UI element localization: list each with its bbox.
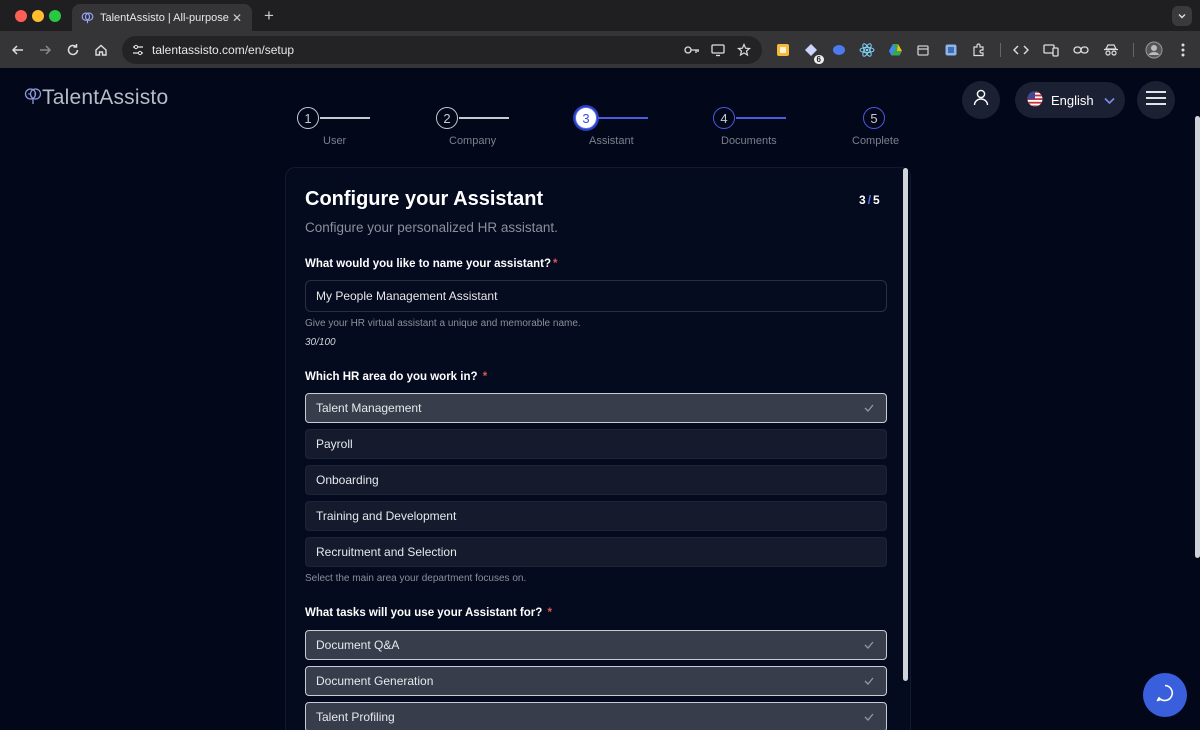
page-scrollbar[interactable] (1195, 116, 1200, 558)
brain-icon (80, 11, 94, 25)
step-number: 5 (863, 107, 885, 129)
check-icon (862, 638, 876, 652)
window-zoom-button[interactable] (49, 10, 61, 22)
new-tab-plus-icon[interactable]: + (261, 6, 277, 26)
code-icon[interactable] (1011, 40, 1031, 60)
step-label: Documents (721, 135, 777, 147)
step-label: Company (449, 135, 497, 147)
check-icon (862, 674, 876, 688)
url-text: talentassisto.com/en/setup (152, 43, 295, 57)
tab-title: TalentAssisto | All-purpose H (100, 11, 230, 24)
incognito-icon[interactable] (1101, 40, 1121, 60)
assistant-name-input[interactable] (305, 280, 887, 312)
browser-tab-strip: TalentAssisto | All-purpose H ✕ + (0, 0, 1200, 31)
chat-support-button[interactable] (1143, 673, 1187, 717)
archive-extension-icon[interactable] (913, 40, 933, 60)
setup-page: TalentAssisto 1 User 2 Company 3 Assista… (0, 68, 1200, 730)
hr-area-option-training[interactable]: Training and Development (305, 501, 887, 531)
setup-stepper: 1 User 2 Company 3 Assistant 4 Documents… (297, 107, 907, 149)
key-icon[interactable] (682, 40, 702, 60)
browser-toolbar: talentassisto.com/en/setup 6 (0, 31, 1200, 68)
hr-area-label: Which HR area do you work in? * (305, 371, 488, 383)
step-number: 4 (713, 107, 735, 129)
assistant-name-label: What would you like to name your assista… (305, 258, 558, 270)
check-icon (862, 401, 876, 415)
card-subtitle: Configure your personalized HR assistant… (305, 220, 558, 235)
task-option-talent-profiling[interactable]: Talent Profiling (305, 702, 887, 730)
back-arrow-icon[interactable] (8, 40, 28, 60)
step-label: User (323, 135, 347, 147)
hr-area-help: Select the main area your department foc… (305, 573, 527, 584)
task-option-document-qa[interactable]: Document Q&A (305, 630, 887, 660)
configure-assistant-card: Configure your Assistant 3/5 Configure y… (285, 167, 911, 730)
hr-area-option-talent-management[interactable]: Talent Management (305, 393, 887, 423)
browser-tab[interactable]: TalentAssisto | All-purpose H ✕ (72, 4, 252, 31)
card-scrollbar[interactable] (903, 168, 908, 681)
step-label: Complete (852, 135, 900, 147)
user-account-button[interactable] (962, 81, 1000, 119)
step-number: 1 (297, 107, 319, 129)
hr-area-option-recruitment[interactable]: Recruitment and Selection (305, 537, 887, 567)
hamburger-menu-icon (1146, 90, 1166, 110)
close-icon[interactable]: ✕ (230, 11, 244, 25)
character-counter: 30/100 (305, 337, 336, 348)
site-settings-icon[interactable] (124, 43, 152, 57)
profile-avatar-icon[interactable] (1144, 40, 1164, 60)
tasks-label: What tasks will you use your Assistant f… (305, 607, 552, 619)
install-app-icon[interactable] (708, 40, 728, 60)
user-icon (973, 89, 989, 111)
reload-icon[interactable] (63, 40, 83, 60)
logo[interactable]: TalentAssisto (24, 86, 168, 110)
screenshot-extension-icon[interactable] (941, 40, 961, 60)
kebab-menu-icon[interactable] (1173, 40, 1193, 60)
drive-extension-icon[interactable] (885, 40, 905, 60)
card-title: Configure your Assistant (305, 188, 544, 210)
chat-bubble-extension-icon[interactable] (829, 40, 849, 60)
language-selector[interactable]: English (1015, 82, 1125, 118)
hr-area-option-onboarding[interactable]: Onboarding (305, 465, 887, 495)
responsive-devices-icon[interactable] (1041, 40, 1061, 60)
step-number: 3 (575, 107, 597, 129)
sticky-note-extension-icon[interactable] (773, 40, 793, 60)
task-option-document-generation[interactable]: Document Generation (305, 666, 887, 696)
check-icon (862, 710, 876, 724)
language-label: English (1051, 92, 1094, 108)
hr-area-option-payroll[interactable]: Payroll (305, 429, 887, 459)
star-icon[interactable] (734, 40, 754, 60)
react-extension-icon[interactable] (857, 40, 877, 60)
step-label: Assistant (589, 135, 634, 147)
diamond-extension-icon[interactable]: 6 (801, 40, 824, 64)
step-number: 2 (436, 107, 458, 129)
main-menu-button[interactable] (1137, 81, 1175, 119)
window-close-button[interactable] (15, 10, 27, 22)
window-minimize-button[interactable] (32, 10, 44, 22)
chevron-down-icon (1104, 93, 1115, 108)
us-flag-icon (1027, 91, 1043, 110)
forward-arrow-icon[interactable] (35, 40, 55, 60)
brain-logo-icon (24, 87, 42, 110)
home-icon[interactable] (91, 40, 111, 60)
chevron-down-icon[interactable] (1172, 6, 1192, 26)
address-bar[interactable]: talentassisto.com/en/setup (122, 36, 762, 64)
assistant-name-help: Give your HR virtual assistant a unique … (305, 318, 581, 329)
chat-bubble-icon (1155, 683, 1175, 708)
logo-text: TalentAssisto (42, 86, 169, 109)
step-progress-counter: 3/5 (859, 193, 880, 207)
puzzle-extensions-icon[interactable] (969, 40, 989, 60)
link-icon[interactable] (1071, 40, 1091, 60)
